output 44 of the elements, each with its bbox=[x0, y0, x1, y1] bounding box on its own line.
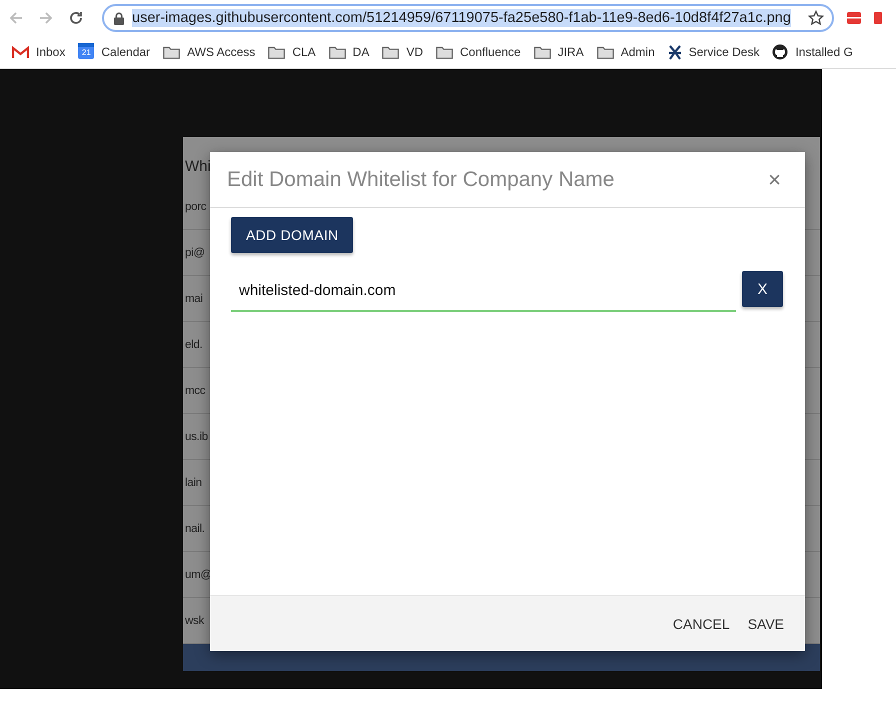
add-domain-button[interactable]: ADD DOMAIN bbox=[231, 217, 354, 253]
list-row-text: nail. bbox=[185, 522, 205, 534]
folder-icon bbox=[596, 46, 614, 58]
folder-icon bbox=[268, 46, 286, 58]
list-row-text: mcc bbox=[185, 384, 206, 396]
bookmark[interactable]: Inbox bbox=[12, 45, 66, 59]
bookmark[interactable]: CLA bbox=[268, 45, 316, 59]
star-icon[interactable] bbox=[808, 10, 824, 26]
bookmark[interactable]: DA bbox=[328, 45, 370, 59]
page-title: Whi bbox=[185, 158, 211, 175]
folder-icon bbox=[382, 46, 400, 58]
list-row-text: eld. bbox=[185, 338, 202, 350]
save-button[interactable]: SAVE bbox=[740, 610, 791, 638]
close-button[interactable]: × bbox=[764, 166, 785, 192]
list-row-text: pi@ bbox=[185, 246, 205, 258]
bookmark[interactable]: 21 Calendar bbox=[78, 42, 150, 62]
list-row-text: wsk bbox=[185, 614, 204, 626]
folder-icon bbox=[534, 46, 551, 58]
url-text: user-images.githubusercontent.com/51214959/67119075-fa25e580-f1ab-11e9-8ed6-10d8f4f27a1c.png bbox=[132, 9, 791, 27]
mail-icon bbox=[12, 46, 29, 58]
folder-icon bbox=[328, 46, 346, 58]
address-bar[interactable]: user-images.githubusercontent.com/51214959/67119075-fa25e580-f1ab-11e9-8ed6-10d8f4f27a1c.png bbox=[102, 4, 834, 32]
lock-icon bbox=[114, 12, 124, 24]
cancel-button[interactable]: CANCEL bbox=[666, 610, 737, 638]
list-row-text: mai bbox=[185, 292, 203, 304]
bookmark[interactable]: Admin bbox=[596, 45, 655, 59]
folder-icon bbox=[436, 46, 453, 58]
bookmark[interactable]: AWS Access bbox=[163, 45, 256, 59]
github-icon bbox=[772, 44, 788, 60]
list-row-text: us.ib bbox=[185, 430, 208, 442]
date-text: 21 bbox=[80, 48, 92, 56]
bookmark[interactable]: JIRA bbox=[534, 45, 584, 59]
list-row-text: lain bbox=[185, 476, 202, 488]
remove-button[interactable]: X bbox=[742, 271, 783, 307]
reload-icon[interactable] bbox=[68, 10, 84, 26]
list-row-text: porc bbox=[185, 200, 206, 212]
bookmark[interactable]: Installed G bbox=[772, 44, 853, 60]
bookmark[interactable]: VD bbox=[382, 45, 423, 59]
bookmark[interactable]: Service Desk bbox=[668, 44, 760, 60]
dialog-title: Edit Domain Whitelist for Company Name bbox=[227, 168, 616, 192]
folder-icon bbox=[163, 46, 180, 58]
extension-icon[interactable] bbox=[846, 10, 862, 26]
bookmark[interactable]: Confluence bbox=[436, 45, 521, 59]
extension-icon[interactable] bbox=[874, 10, 882, 26]
